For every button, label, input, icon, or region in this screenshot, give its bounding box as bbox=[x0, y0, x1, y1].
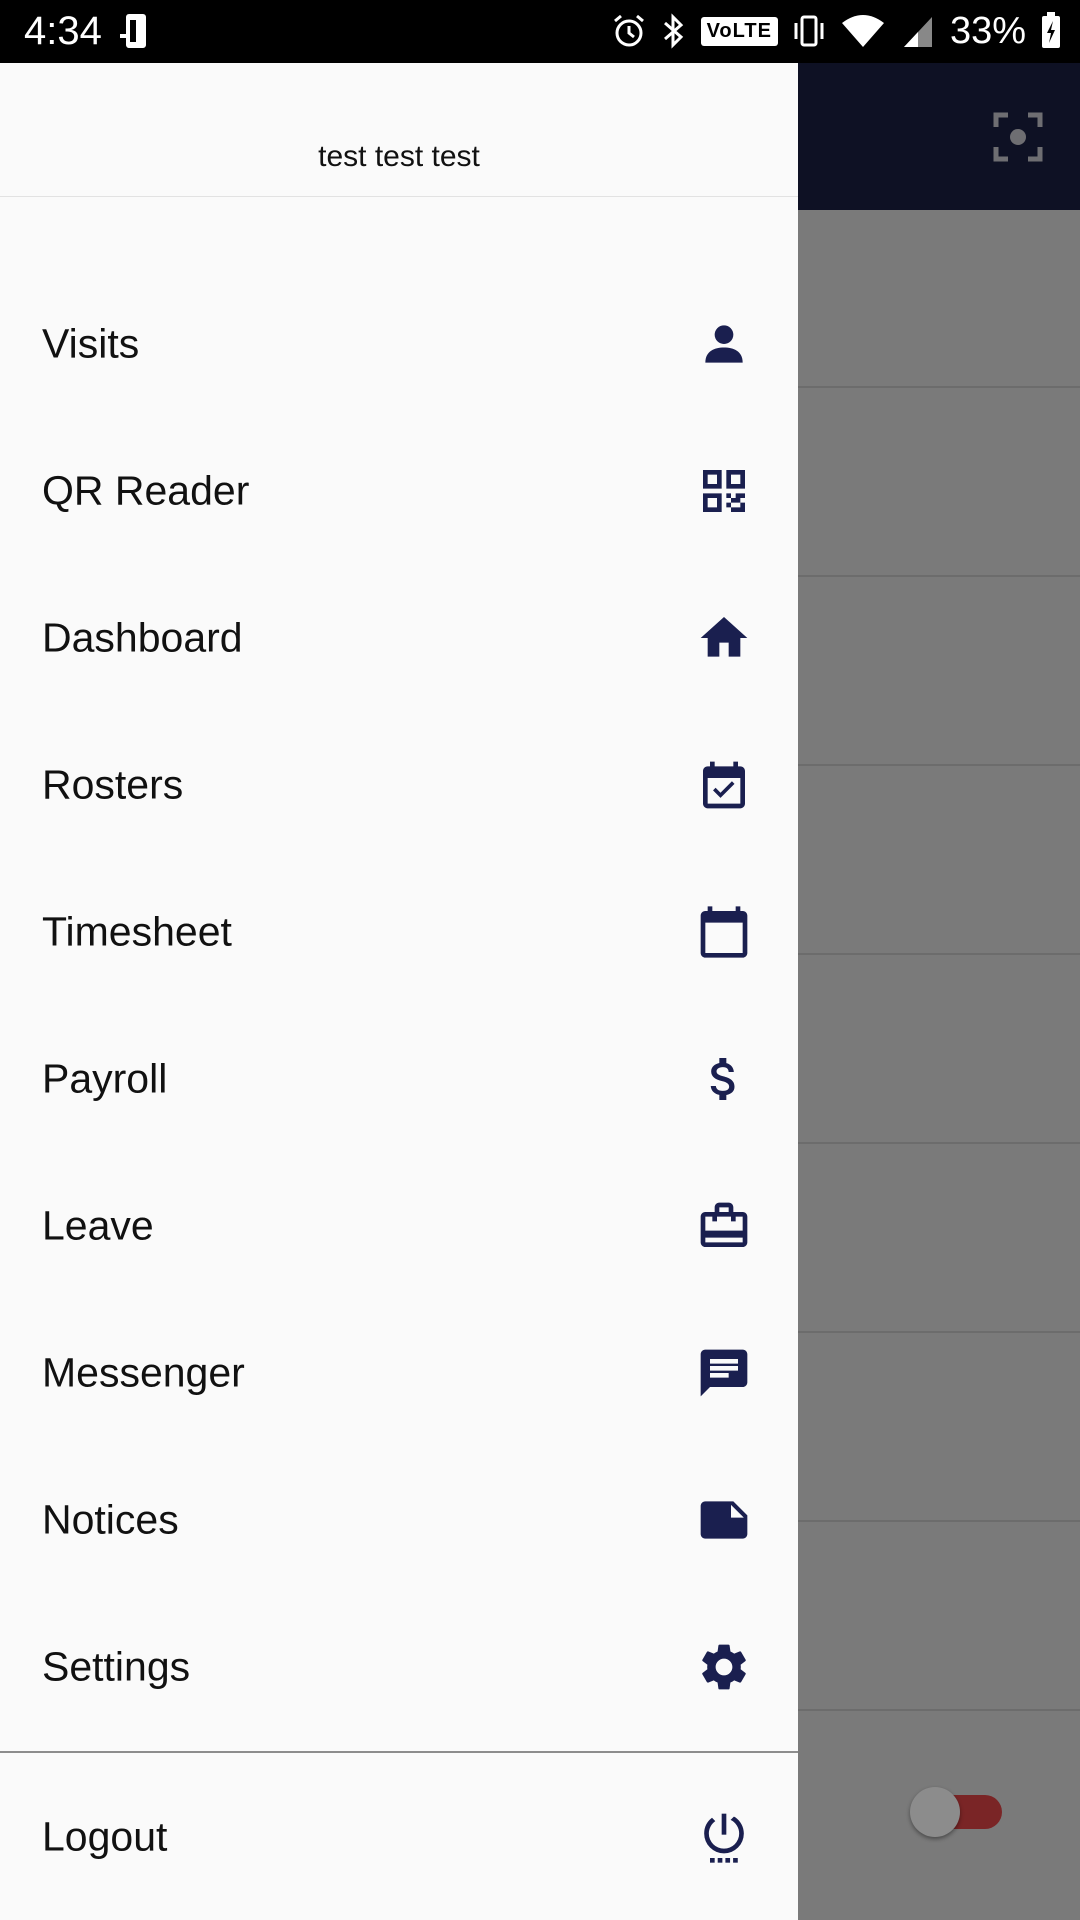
background-content bbox=[798, 210, 1080, 1920]
volte-badge: VoLTE bbox=[700, 16, 778, 46]
logout-label: Logout bbox=[42, 1813, 168, 1859]
calendar-icon bbox=[694, 902, 754, 962]
calendar-check-icon bbox=[694, 755, 754, 815]
divider bbox=[798, 1331, 1080, 1333]
vibrate-icon bbox=[794, 15, 824, 47]
divider bbox=[798, 953, 1080, 955]
menu-item-leave[interactable]: Leave bbox=[0, 1152, 798, 1299]
divider bbox=[798, 1709, 1080, 1711]
menu-item-label: Timesheet bbox=[42, 908, 232, 954]
menu-item-label: Dashboard bbox=[42, 614, 243, 660]
menu-item-notices[interactable]: Notices bbox=[0, 1446, 798, 1593]
status-bar: 4:34 VoLTE 33% bbox=[0, 0, 1080, 63]
menu-item-label: Visits bbox=[42, 320, 140, 366]
menu-item-label: Settings bbox=[42, 1643, 191, 1689]
menu-item-visits[interactable]: Visits bbox=[0, 270, 798, 417]
wifi-icon bbox=[841, 15, 884, 47]
toggle-knob bbox=[910, 1787, 960, 1837]
battery-charging-icon bbox=[1042, 12, 1060, 48]
divider bbox=[798, 1520, 1080, 1522]
battery-percent: 33% bbox=[949, 10, 1026, 52]
drawer-menu: Visits QR Reader Dashboard Rosters Times… bbox=[0, 270, 798, 1740]
signal-icon bbox=[903, 17, 932, 47]
device-icon bbox=[120, 14, 146, 48]
menu-item-label: QR Reader bbox=[42, 467, 250, 513]
user-name: test test test bbox=[318, 140, 480, 173]
divider bbox=[798, 386, 1080, 388]
status-icons: VoLTE 33% bbox=[611, 8, 1062, 54]
note-icon bbox=[694, 1490, 754, 1550]
divider bbox=[798, 575, 1080, 577]
briefcase-icon bbox=[694, 1196, 754, 1256]
toggle-switch[interactable] bbox=[910, 1787, 1006, 1837]
menu-item-timesheet[interactable]: Timesheet bbox=[0, 858, 798, 1005]
status-time: 4:34 bbox=[24, 9, 102, 53]
scan-icon[interactable] bbox=[992, 111, 1044, 163]
logout-button[interactable]: Logout bbox=[0, 1753, 798, 1920]
gear-icon bbox=[694, 1637, 754, 1697]
divider bbox=[798, 764, 1080, 766]
drawer-header: test test test bbox=[0, 63, 798, 197]
menu-item-rosters[interactable]: Rosters bbox=[0, 711, 798, 858]
person-icon bbox=[694, 314, 754, 374]
menu-item-label: Rosters bbox=[42, 761, 184, 807]
menu-item-label: Notices bbox=[42, 1496, 179, 1542]
menu-item-label: Leave bbox=[42, 1202, 154, 1248]
alarm-icon bbox=[613, 14, 644, 47]
menu-item-qr-reader[interactable]: QR Reader bbox=[0, 417, 798, 564]
menu-item-payroll[interactable]: Payroll bbox=[0, 1005, 798, 1152]
divider bbox=[798, 1142, 1080, 1144]
dollar-icon bbox=[694, 1049, 754, 1109]
menu-item-label: Payroll bbox=[42, 1055, 168, 1101]
home-icon bbox=[694, 608, 754, 668]
bluetooth-icon bbox=[663, 13, 683, 49]
menu-item-settings[interactable]: Settings bbox=[0, 1593, 798, 1740]
qr-code-icon bbox=[694, 461, 754, 521]
menu-item-dashboard[interactable]: Dashboard bbox=[0, 564, 798, 711]
background-app-bar bbox=[798, 63, 1080, 210]
menu-item-messenger[interactable]: Messenger bbox=[0, 1299, 798, 1446]
power-icon bbox=[694, 1807, 754, 1867]
navigation-drawer: test test test Visits QR Reader Dashboar… bbox=[0, 63, 798, 1920]
message-icon bbox=[694, 1343, 754, 1403]
menu-item-label: Messenger bbox=[42, 1349, 245, 1395]
